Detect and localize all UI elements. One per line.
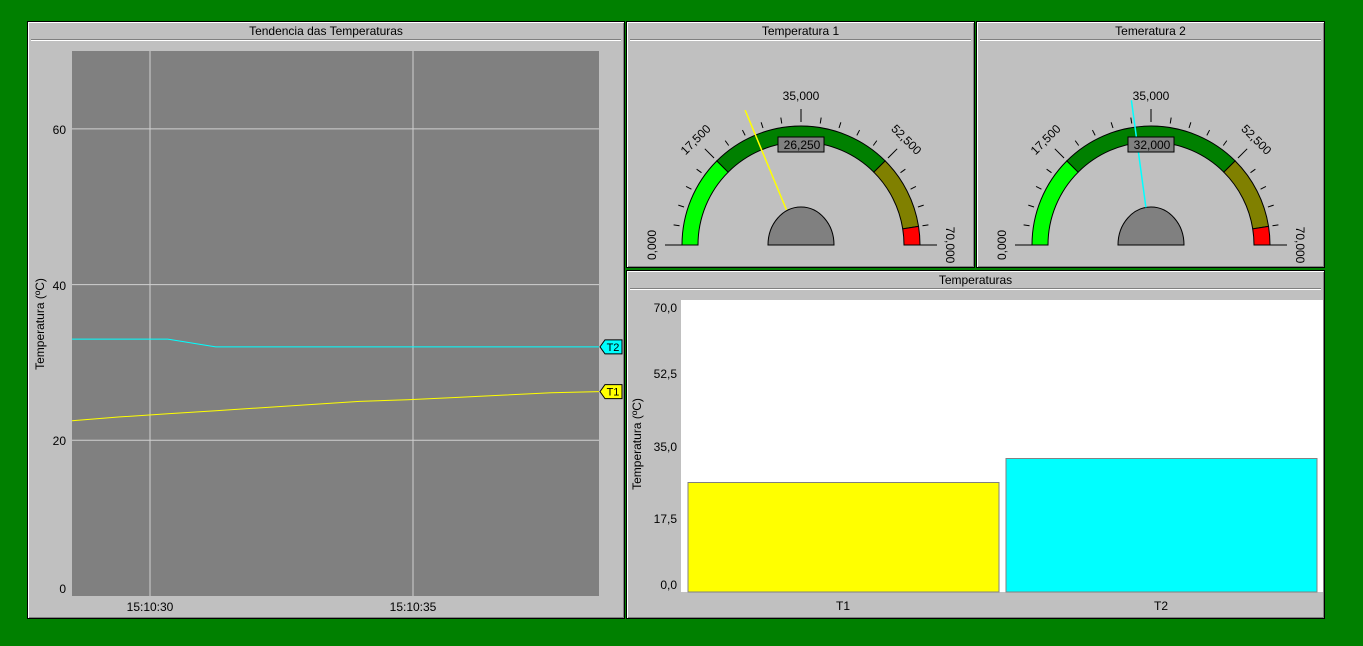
gauge-tick — [856, 129, 861, 136]
gauge-tick — [678, 204, 685, 208]
gauge-tick — [1267, 204, 1274, 208]
gauge-tick — [1074, 140, 1080, 146]
gauge-scale-label: 35,000 — [783, 89, 820, 103]
gauge-color-band — [873, 160, 920, 230]
hmi-screen: { "trend": { "title": "Tendencia das Tem… — [0, 0, 1363, 646]
gauge-readout: 26,250 — [784, 138, 821, 152]
gauge-hub — [767, 206, 835, 246]
gauge-scale-label: 70,000 — [943, 227, 957, 264]
gauge-tick — [1206, 129, 1211, 136]
gauge-tick — [1222, 140, 1228, 146]
gauge-tick — [760, 122, 764, 129]
trend-y-tick: 0 — [59, 582, 66, 596]
gauge-tick — [1250, 168, 1256, 174]
gauge-scale-label: 0,000 — [645, 230, 659, 260]
bar-t1 — [687, 482, 1000, 593]
gauge-tick — [1130, 117, 1133, 124]
gauge2-dial[interactable]: 0,00017,50035,00052,50070,00032,000 — [977, 39, 1324, 267]
bar-y-tick: 17,5 — [654, 512, 678, 526]
bar-y-tick: 52,5 — [654, 367, 678, 381]
trend-plot-area — [72, 51, 599, 596]
gauge-tick — [1046, 168, 1052, 174]
gauge-tick — [1035, 185, 1042, 190]
bars-panel: Temperaturas 70,0 52,5 35,0 17,5 0,0 T1 … — [626, 270, 1325, 619]
gauge-tick — [900, 168, 906, 174]
gauge-color-band — [681, 160, 729, 246]
gauge-needle — [744, 109, 788, 211]
gauge-tick — [1272, 224, 1279, 227]
bar-t2 — [1005, 458, 1318, 593]
trend-y-axis-label: Temperatura (ºC) — [33, 278, 47, 370]
trend-panel: Tendencia das Temperaturas T1 T2 60 40 20… — [27, 21, 625, 619]
gauge-readout: 32,000 — [1134, 138, 1171, 152]
trend-x-tick: 15:10:30 — [127, 600, 174, 614]
gauge-tick — [872, 140, 878, 146]
gauge-tick — [696, 168, 702, 174]
gauge-tick — [1237, 148, 1248, 159]
gauge-tick — [1188, 122, 1192, 129]
gauge-scale-label: 35,000 — [1133, 89, 1170, 103]
gauge-color-band — [1223, 160, 1270, 230]
bar-y-tick: 35,0 — [654, 440, 678, 454]
gauge-tick — [673, 224, 680, 227]
gauge-tick — [1091, 129, 1096, 136]
gauge-tick — [724, 140, 730, 146]
trend-pen-tag-label: T2 — [607, 342, 620, 354]
trend-y-tick: 20 — [53, 434, 67, 448]
gauge-tick — [1169, 117, 1172, 124]
gauge-color-band — [1252, 225, 1271, 246]
gauge-tick — [741, 129, 746, 136]
gauge1-dial[interactable]: 0,00017,50035,00052,50070,00026,250 — [627, 39, 974, 267]
gauge-tick — [1023, 224, 1030, 227]
gauge-color-band — [902, 225, 921, 246]
gauge-needle — [1130, 100, 1147, 208]
gauge-tick — [1260, 185, 1267, 190]
bar-y-tick: 70,0 — [654, 301, 678, 315]
gauge2-title: Temeratura 2 — [980, 24, 1321, 40]
gauge-tick — [1028, 204, 1035, 208]
gauge-color-band — [1031, 160, 1079, 246]
trend-y-tick: 60 — [53, 123, 67, 137]
gauge2-panel: Temeratura 2 0,000 17,500 35,000 52,500 70,0… — [976, 21, 1325, 268]
gauge-tick — [887, 148, 898, 159]
trend-pen-tag-label: T1 — [607, 387, 620, 399]
gauge-tick — [685, 185, 692, 190]
gauge1-title: Temperatura 1 — [630, 24, 971, 40]
trend-y-tick: 40 — [53, 279, 67, 293]
bar-category-label: T2 — [1154, 599, 1168, 613]
gauge-tick — [780, 117, 783, 124]
gauge-scale-label: 0,000 — [995, 230, 1009, 260]
gauge-tick — [922, 224, 929, 227]
gauge-tick — [1110, 122, 1114, 129]
gauge-tick — [838, 122, 842, 129]
gauge-tick — [819, 117, 822, 124]
gauge-hub — [1117, 206, 1185, 246]
bar-y-axis-label: Temperatura (ºC) — [630, 398, 644, 490]
gauge-tick — [1054, 148, 1065, 159]
gauge1-panel: Temperatura 1 0,000 17,500 35,000 52,500 70,… — [626, 21, 975, 268]
gauge-tick — [704, 148, 715, 159]
gauge-tick — [917, 204, 924, 208]
trend-x-tick: 15:10:35 — [390, 600, 437, 614]
bar-category-label: T1 — [836, 599, 850, 613]
bar-chart: 70,0 52,5 35,0 17,5 0,0 T1 T2 Temperatur… — [630, 300, 1323, 613]
bars-title: Temperaturas — [630, 273, 1321, 289]
gauge-tick — [910, 185, 917, 190]
gauge-scale-label: 70,000 — [1293, 227, 1307, 264]
trend-chart: T1 T2 60 40 20 0 15:10:30 15:10:35 Temper… — [33, 51, 623, 614]
bar-y-tick: 0,0 — [660, 578, 677, 592]
